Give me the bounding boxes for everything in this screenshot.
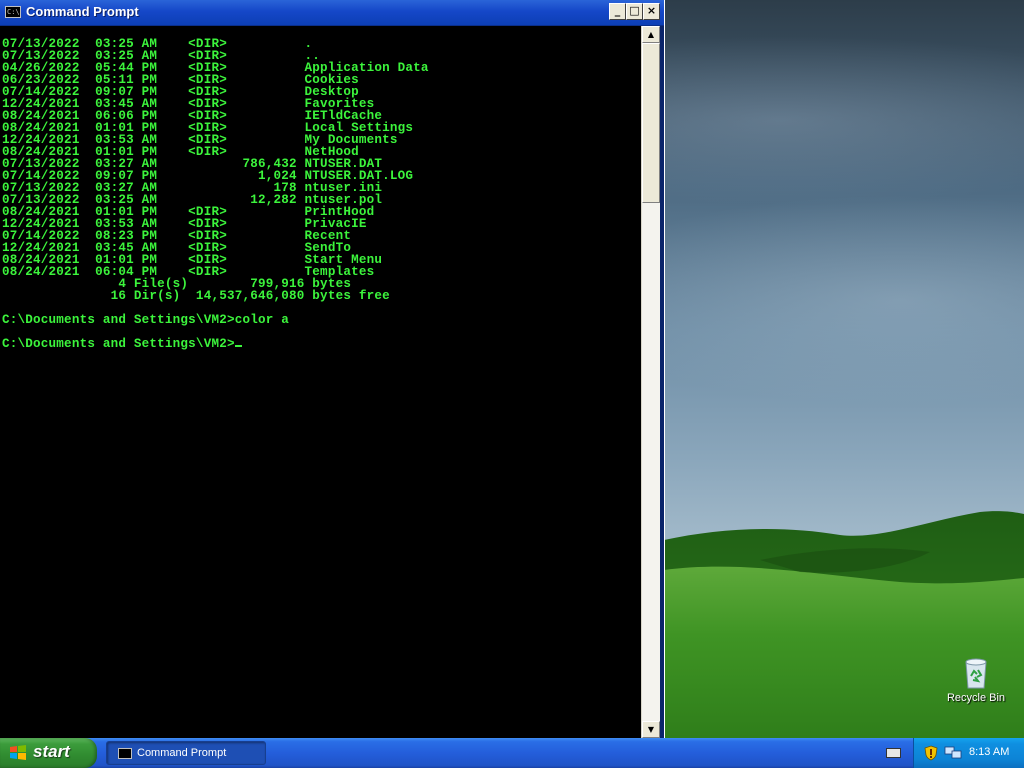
taskbar-item-label: Command Prompt xyxy=(137,747,227,759)
recycle-bin-icon xyxy=(965,658,987,689)
maximize-button[interactable]: □ xyxy=(626,3,643,20)
window-border xyxy=(660,26,664,738)
recycle-bin-label: Recycle Bin xyxy=(946,692,1006,704)
console-app-icon xyxy=(118,748,132,759)
close-button[interactable]: × xyxy=(643,3,660,20)
minimize-button[interactable]: _ xyxy=(609,3,626,20)
console-prompt[interactable]: C:\Documents and Settings\VM2> xyxy=(2,337,235,351)
system-tray: 8:13 AM xyxy=(913,738,1024,768)
network-icon[interactable] xyxy=(944,745,962,761)
text-cursor xyxy=(234,345,242,347)
title-bar[interactable]: C:\ Command Prompt _ □ × xyxy=(0,0,664,26)
console-line: 16 Dir(s) 14,537,646,080 bytes free xyxy=(2,289,390,303)
window-title: Command Prompt xyxy=(26,4,139,19)
recycle-bin[interactable]: Recycle Bin xyxy=(944,656,1008,712)
command-prompt-window[interactable]: C:\ Command Prompt _ □ × 07/13/2022 03:2… xyxy=(0,0,664,738)
windows-logo-icon xyxy=(10,745,26,760)
scroll-up-arrow-icon[interactable]: ▲ xyxy=(642,26,660,43)
clock: 8:13 AM xyxy=(969,746,1010,758)
console-text: 07/13/2022 03:25 AM <DIR> . 07/13/2022 0… xyxy=(2,38,429,351)
console-line: C:\Documents and Settings\VM2>color a xyxy=(2,313,290,327)
vertical-scrollbar[interactable]: ▲ ▼ xyxy=(641,26,661,738)
shield-icon[interactable] xyxy=(924,745,938,761)
scrollbar-thumb[interactable] xyxy=(642,43,660,203)
start-button[interactable]: start xyxy=(0,738,97,768)
keyboard-icon[interactable] xyxy=(886,748,901,758)
scroll-down-arrow-icon[interactable]: ▼ xyxy=(642,721,660,738)
taskbar-item-command-prompt[interactable]: Command Prompt xyxy=(106,741,266,765)
start-label: start xyxy=(33,742,70,761)
console-output[interactable]: 07/13/2022 03:25 AM <DIR> . 07/13/2022 0… xyxy=(0,26,641,738)
taskbar: start Command Prompt 8:13 AM xyxy=(0,738,1024,768)
console-app-icon[interactable]: C:\ xyxy=(5,6,21,18)
